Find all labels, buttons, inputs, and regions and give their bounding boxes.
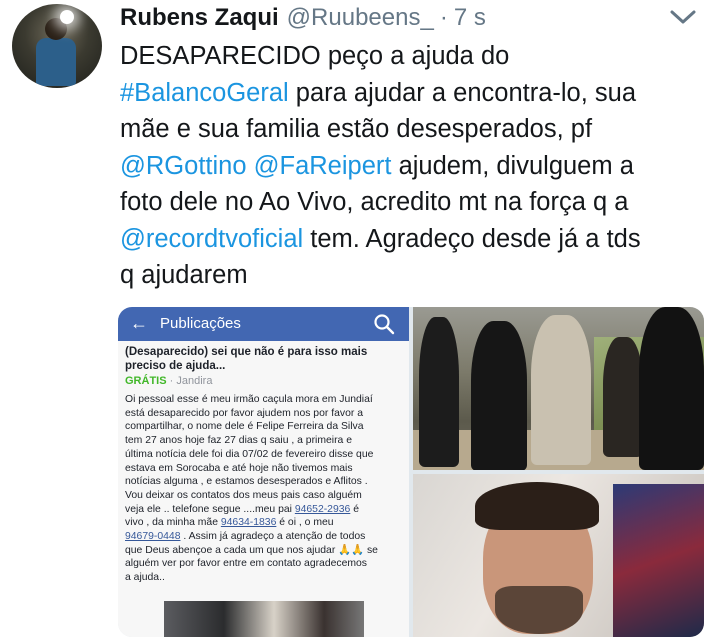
author-avatar[interactable] bbox=[12, 4, 102, 88]
tweet-text-segment: ajudem, divulguem a bbox=[391, 151, 634, 180]
tweet-text-segment: tem. Agradeço desde já a tds bbox=[303, 224, 641, 253]
post-body-line: a ajuda.. bbox=[125, 571, 407, 585]
post-body-segment: é bbox=[350, 503, 359, 515]
post-body-line: alguém ver por favor entre em contato ag… bbox=[125, 557, 407, 571]
phone-number-link: 94679-0448 bbox=[125, 531, 181, 543]
post-body-line: 94679-0448 . Assim já agradeço a atenção… bbox=[125, 530, 407, 544]
search-icon bbox=[374, 314, 395, 335]
tweet-text-segment bbox=[247, 152, 254, 180]
post-body-line: compartilhar, o nome dele é Felipe Ferre… bbox=[125, 420, 407, 434]
post-meta-separator: · bbox=[169, 375, 174, 387]
photo-beard bbox=[495, 586, 583, 634]
photo-clothes bbox=[613, 484, 704, 637]
chevron-down-icon[interactable] bbox=[668, 6, 698, 28]
post-body-segment: se bbox=[364, 544, 378, 556]
tweet-text-line: mãe e sua familia estão desesperados, pf bbox=[120, 111, 700, 148]
post-body-segment: veja ele .. telefone segue ....meu pai bbox=[125, 503, 295, 515]
photo-person bbox=[531, 315, 591, 465]
media-selfie-photo[interactable] bbox=[413, 474, 704, 637]
praying-hands-emoji: 🙏🙏 bbox=[338, 544, 365, 556]
photo-person bbox=[603, 337, 643, 457]
post-body-segment: que Deus abençoe a cada um que nos ajuda… bbox=[125, 544, 339, 556]
post-body-line: estava em Sorocaba e até hoje não tivemo… bbox=[125, 462, 407, 476]
mention-link[interactable]: @FaReipert bbox=[254, 152, 392, 180]
tweet-text-line: @RGottino @FaReipert ajudem, divulguem a bbox=[120, 148, 700, 185]
tweet-timestamp[interactable]: 7 s bbox=[454, 4, 486, 32]
post-body-line: última notícia dele foi dia 07/02 de fev… bbox=[125, 448, 407, 462]
post-body-segment: compartilhar, o nome dele é Felipe Ferre… bbox=[125, 421, 364, 433]
media-facebook-screenshot[interactable]: ← Publicações (Desaparecido) sei que não… bbox=[118, 307, 409, 637]
post-body: Oi pessoal esse é meu irmão caçula mora … bbox=[125, 393, 407, 585]
post-body-segment: notícias alguma , e estamos desesperados… bbox=[125, 476, 368, 488]
photo-person bbox=[639, 307, 704, 470]
hashtag-link[interactable]: #BalancoGeral bbox=[120, 79, 289, 107]
author-handle[interactable]: @Ruubeens_ bbox=[287, 4, 434, 32]
post-body-line: está desaparecido por favor ajudem nos p… bbox=[125, 407, 407, 421]
post-body-line: veja ele .. telefone segue ....meu pai 9… bbox=[125, 503, 407, 517]
tweet-text-segment: mãe e sua familia estão desesperados, pf bbox=[120, 115, 593, 143]
tweet-text-segment: foto dele no Ao Vivo, acredito mt na for… bbox=[120, 188, 629, 216]
tweet-text-line: DESAPARECIDO peço a ajuda do bbox=[120, 38, 700, 75]
post-body-segment: a ajuda.. bbox=[125, 572, 165, 584]
avatar-flash bbox=[60, 10, 74, 24]
post-body-segment: alguém ver por favor entre em contato ag… bbox=[125, 558, 367, 570]
post-price: GRÁTIS bbox=[125, 375, 167, 387]
tweet-text-segment: DESAPARECIDO peço a ajuda do bbox=[120, 42, 510, 70]
post-body-line: vivo , da minha mãe 94634-1836 é oi , o … bbox=[125, 516, 407, 530]
back-arrow-icon: ← bbox=[130, 313, 148, 333]
post-photo-strip bbox=[164, 601, 364, 637]
post-body-segment: vivo , da minha mãe bbox=[125, 517, 221, 529]
mention-link[interactable]: @RGottino bbox=[120, 152, 247, 180]
author-name[interactable]: Rubens Zaqui bbox=[120, 4, 279, 32]
facebook-top-bar: ← Publicações bbox=[118, 307, 409, 341]
post-body-line: tem 27 anos hoje faz 27 dias q saiu , a … bbox=[125, 434, 407, 448]
post-body-line: que Deus abençoe a cada um que nos ajuda… bbox=[125, 544, 407, 558]
post-body-segment: Oi pessoal esse é meu irmão caçula mora … bbox=[125, 394, 373, 405]
post-body-segment: tem 27 anos hoje faz 27 dias q saiu , a … bbox=[125, 435, 352, 447]
photo-hair bbox=[475, 482, 599, 530]
post-meta: GRÁTIS · Jandira bbox=[125, 375, 212, 387]
post-location: Jandira bbox=[176, 375, 213, 387]
post-body-line: Oi pessoal esse é meu irmão caçula mora … bbox=[125, 393, 407, 407]
post-body-line: Vou deixar os contatos dos meus pais cas… bbox=[125, 489, 407, 503]
post-body-segment: estava em Sorocaba e até hoje não tivemo… bbox=[125, 462, 353, 474]
tweet-text-line: foto dele no Ao Vivo, acredito mt na for… bbox=[120, 184, 700, 221]
post-body-segment: . Assim já agradeço a atenção de todos bbox=[180, 531, 366, 543]
phone-number-link: 94652-2936 bbox=[294, 503, 351, 515]
avatar-figure-torso bbox=[36, 38, 76, 86]
photo-person bbox=[471, 321, 527, 470]
media-group-photo[interactable] bbox=[413, 307, 704, 470]
tweet-text-segment: q ajudarem bbox=[120, 261, 248, 289]
mention-link[interactable]: @recordtvoficial bbox=[120, 225, 303, 253]
photo-person bbox=[419, 317, 459, 467]
tweet-media-grid[interactable]: ← Publicações (Desaparecido) sei que não… bbox=[118, 307, 704, 637]
tweet-text-line: #BalancoGeral para ajudar a encontra-lo,… bbox=[120, 75, 700, 112]
post-body-segment: Vou deixar os contatos dos meus pais cas… bbox=[125, 489, 362, 501]
post-title: (Desaparecido) sei que não é para isso m… bbox=[125, 346, 368, 372]
tweet-text-segment: para ajudar a encontra-lo, sua bbox=[288, 78, 637, 107]
post-body-segment: está desaparecido por favor ajudem nos p… bbox=[125, 407, 363, 419]
post-body-segment: é oi , o meu bbox=[276, 517, 334, 529]
tweet-text-line: q ajudarem bbox=[120, 257, 700, 294]
tweet-text-line: @recordtvoficial tem. Agradeço desde já … bbox=[120, 221, 700, 258]
post-body-line: notícias alguma , e estamos desesperados… bbox=[125, 475, 407, 489]
tweet-text: DESAPARECIDO peço a ajuda do #BalancoGera… bbox=[120, 38, 700, 294]
tweet-header: Rubens Zaqui @Ruubeens_ · 7 s bbox=[120, 2, 486, 34]
facebook-bar-title: Publicações bbox=[160, 315, 241, 332]
phone-number-link: 94634-1836 bbox=[220, 517, 277, 529]
header-separator: · bbox=[439, 4, 448, 31]
post-body-segment: última notícia dele foi dia 07/02 de fev… bbox=[125, 448, 374, 460]
